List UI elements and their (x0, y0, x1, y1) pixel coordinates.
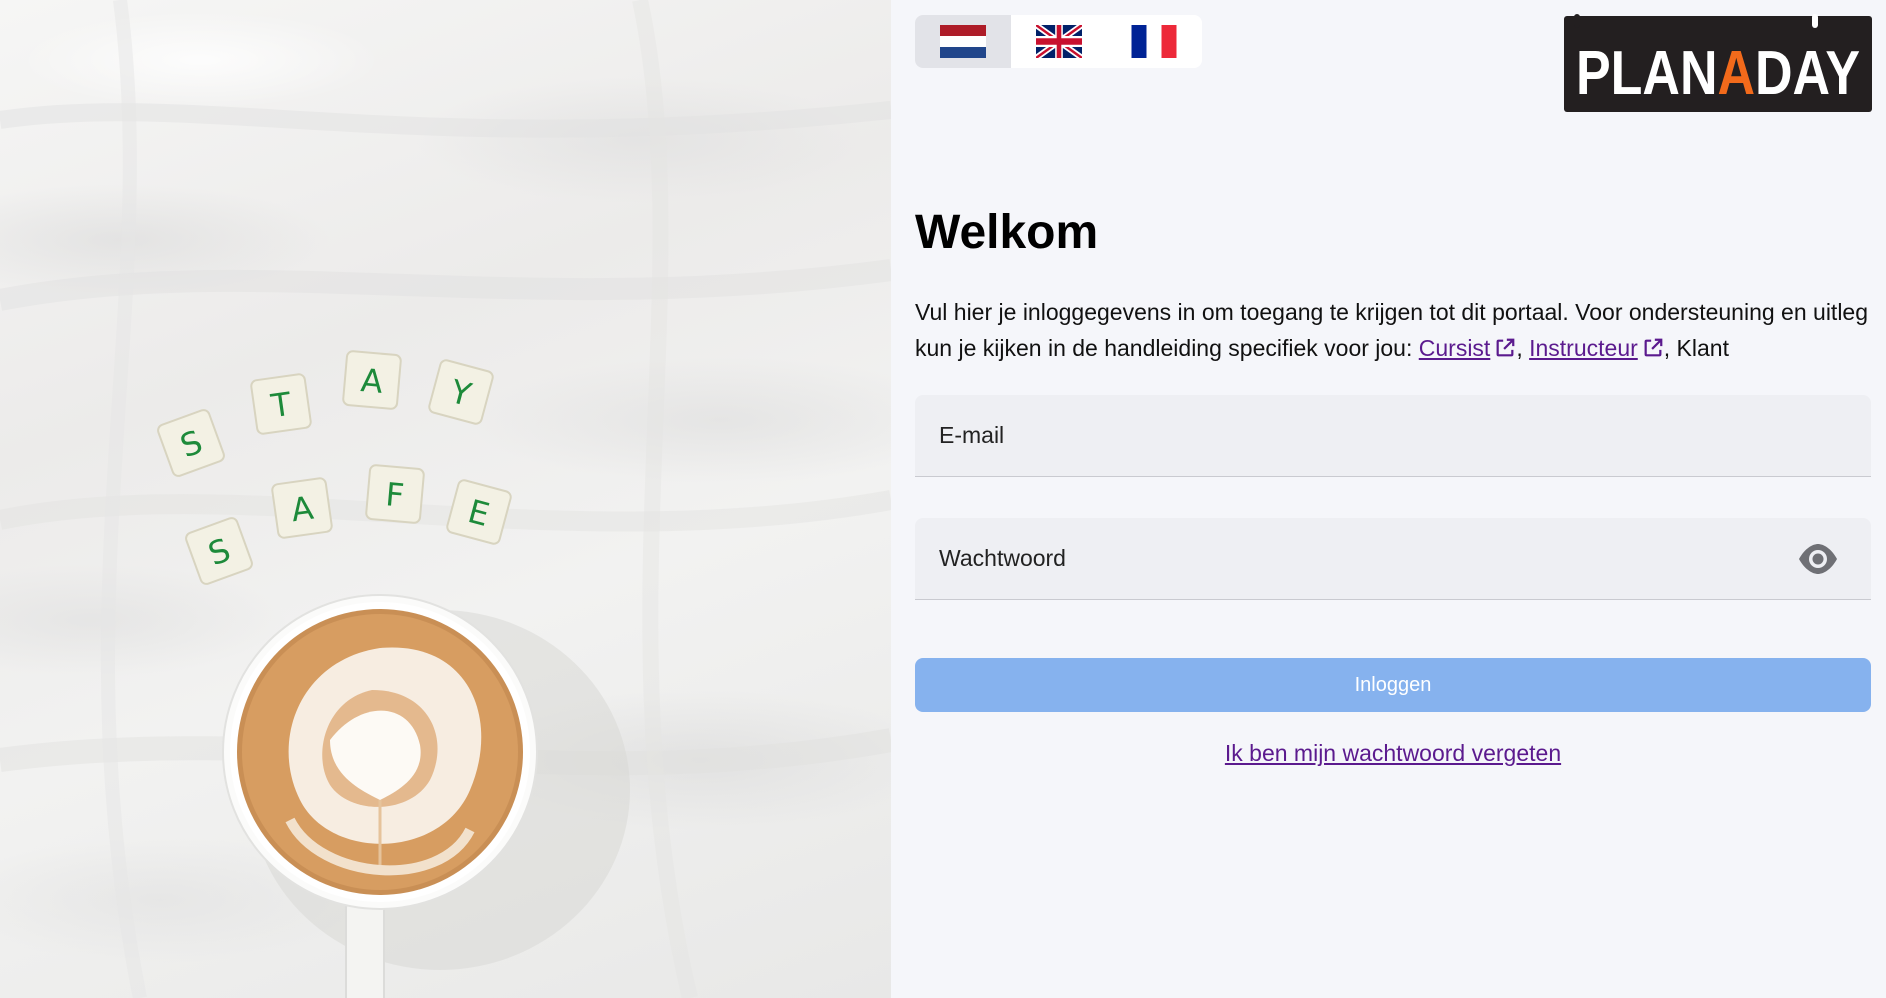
scrabble-tile: A (271, 477, 333, 539)
language-option-fr[interactable] (1106, 15, 1202, 68)
scrabble-tile: S (185, 517, 253, 585)
intro-text-end: , Klant (1663, 335, 1729, 361)
scrabble-tile: S (157, 409, 225, 477)
email-field-container (915, 395, 1871, 477)
login-button[interactable]: Inloggen (915, 658, 1871, 712)
language-switcher (915, 15, 1202, 68)
scrabble-tile: Y (428, 359, 494, 425)
page-title: Welkom (915, 206, 1099, 259)
manual-link-cursist[interactable]: Cursist (1419, 335, 1517, 361)
intro-text: Vul hier je inloggegevens in om toegang … (915, 294, 1875, 366)
background-photo: S T A Y S A F E (0, 0, 891, 998)
external-link-icon (1644, 338, 1663, 357)
show-password-eye-icon[interactable] (1797, 542, 1839, 576)
manual-link-instructeur[interactable]: Instructeur (1529, 335, 1664, 361)
scrabble-tile: E (446, 479, 512, 545)
scrabble-tile: T (250, 373, 312, 435)
scrabble-tile: A (342, 350, 402, 410)
language-option-nl[interactable] (915, 15, 1011, 68)
flag-netherlands-icon (939, 25, 986, 58)
tile-letter: A (359, 361, 384, 401)
flag-united-kingdom-icon (1035, 25, 1082, 58)
external-link-icon (1496, 338, 1515, 357)
password-field-container (915, 518, 1871, 600)
svg-text:PLANADAY: PLANADAY (1576, 39, 1860, 108)
scrabble-tile: F (365, 464, 425, 524)
planaday-logo: PLANADAY (1564, 14, 1872, 112)
link-separator: , (1516, 335, 1530, 361)
forgot-password-link[interactable]: Ik ben mijn wachtwoord vergeten (915, 740, 1871, 767)
password-field[interactable] (915, 518, 1871, 599)
email-field[interactable] (915, 395, 1871, 476)
language-option-en[interactable] (1011, 15, 1107, 68)
flag-france-icon (1131, 25, 1177, 58)
tile-letter: F (384, 475, 406, 514)
